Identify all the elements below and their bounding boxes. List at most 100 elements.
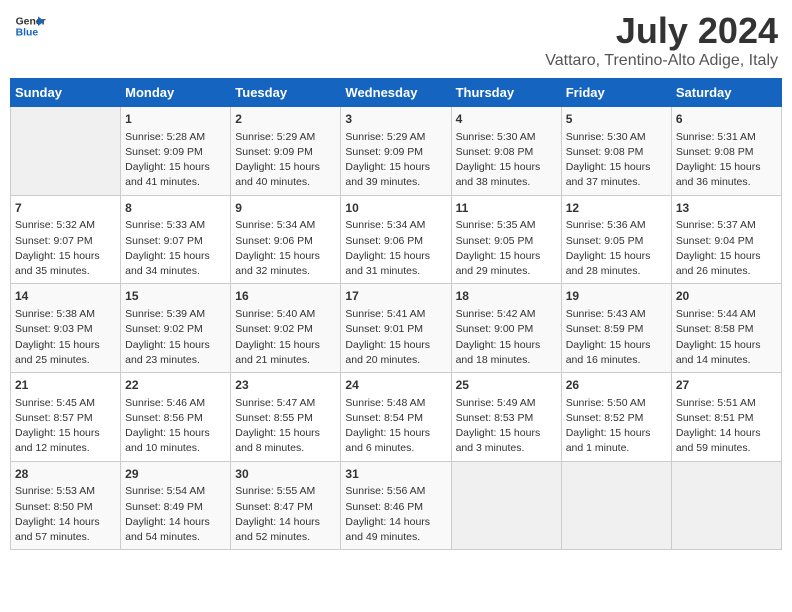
calendar-cell: 10Sunrise: 5:34 AM Sunset: 9:06 PM Dayli… — [341, 195, 451, 284]
logo: General Blue — [14, 10, 46, 42]
logo-icon: General Blue — [14, 10, 46, 42]
day-info: Sunrise: 5:30 AM Sunset: 9:08 PM Dayligh… — [456, 130, 557, 191]
subtitle: Vattaro, Trentino-Alto Adige, Italy — [545, 52, 778, 70]
day-number: 22 — [125, 377, 226, 394]
day-number: 18 — [456, 288, 557, 305]
calendar-cell: 15 Sunrise: 5:39 AM Sunset: 9:02 PM Dayli… — [121, 284, 231, 373]
calendar-cell: 19 Sunrise: 5:43 AM Sunset: 8:59 PM Dayli… — [561, 284, 671, 373]
day-number: 9 — [235, 200, 336, 217]
day-number: 10 — [345, 200, 446, 217]
calendar-cell: 2 Sunrise: 5:29 AM Sunset: 9:09 PM Daylig… — [231, 107, 341, 196]
calendar-cell: 31Sunrise: 5:56 AM Sunset: 8:46 PM Dayli… — [341, 461, 451, 550]
day-number: 2 — [235, 111, 336, 128]
day-number: 30 — [235, 466, 336, 483]
calendar-cell — [561, 461, 671, 550]
day-number: 3 — [345, 111, 446, 128]
main-title: July 2024 — [545, 10, 778, 52]
day-number: 14 — [15, 288, 116, 305]
day-number: 24 — [345, 377, 446, 394]
day-number: 19 — [566, 288, 667, 305]
calendar-cell — [451, 461, 561, 550]
calendar-cell: 11Sunrise: 5:35 AM Sunset: 9:05 PM Dayli… — [451, 195, 561, 284]
calendar-cell: 21Sunrise: 5:45 AM Sunset: 8:57 PM Dayli… — [11, 373, 121, 462]
calendar-cell: 7Sunrise: 5:32 AM Sunset: 9:07 PM Daylig… — [11, 195, 121, 284]
column-header-wednesday: Wednesday — [341, 79, 451, 107]
day-info: Sunrise: 5:29 AM Sunset: 9:09 PM Dayligh… — [235, 130, 336, 191]
day-info: Sunrise: 5:34 AM Sunset: 9:06 PM Dayligh… — [235, 218, 336, 279]
day-info: Sunrise: 5:47 AM Sunset: 8:55 PM Dayligh… — [235, 396, 336, 457]
column-header-saturday: Saturday — [671, 79, 781, 107]
day-number: 11 — [456, 200, 557, 217]
calendar-cell: 4 Sunrise: 5:30 AM Sunset: 9:08 PM Daylig… — [451, 107, 561, 196]
calendar-cell: 23 Sunrise: 5:47 AM Sunset: 8:55 PM Dayli… — [231, 373, 341, 462]
calendar-week-row: 1Sunrise: 5:28 AM Sunset: 9:09 PM Daylig… — [11, 107, 782, 196]
page-header: General Blue July 2024 Vattaro, Trentino… — [10, 10, 782, 70]
day-info: Sunrise: 5:41 AM Sunset: 9:01 PM Dayligh… — [345, 307, 446, 368]
day-info: Sunrise: 5:28 AM Sunset: 9:09 PM Dayligh… — [125, 130, 226, 191]
day-number: 20 — [676, 288, 777, 305]
calendar-week-row: 28Sunrise: 5:53 AM Sunset: 8:50 PM Dayli… — [11, 461, 782, 550]
day-number: 29 — [125, 466, 226, 483]
day-number: 16 — [235, 288, 336, 305]
day-info: Sunrise: 5:31 AM Sunset: 9:08 PM Dayligh… — [676, 130, 777, 191]
calendar-cell: 22 Sunrise: 5:46 AM Sunset: 8:56 PM Dayli… — [121, 373, 231, 462]
calendar-cell: 27Sunrise: 5:51 AM Sunset: 8:51 PM Dayli… — [671, 373, 781, 462]
calendar-cell: 8Sunrise: 5:33 AM Sunset: 9:07 PM Daylig… — [121, 195, 231, 284]
day-info: Sunrise: 5:48 AM Sunset: 8:54 PM Dayligh… — [345, 396, 446, 457]
day-number: 17 — [345, 288, 446, 305]
day-number: 7 — [15, 200, 116, 217]
calendar-cell: 24 Sunrise: 5:48 AM Sunset: 8:54 PM Dayli… — [341, 373, 451, 462]
day-number: 15 — [125, 288, 226, 305]
day-info: Sunrise: 5:49 AM Sunset: 8:53 PM Dayligh… — [456, 396, 557, 457]
day-info: Sunrise: 5:33 AM Sunset: 9:07 PM Dayligh… — [125, 218, 226, 279]
day-number: 13 — [676, 200, 777, 217]
day-info: Sunrise: 5:42 AM Sunset: 9:00 PM Dayligh… — [456, 307, 557, 368]
calendar-header-row: SundayMondayTuesdayWednesdayThursdayFrid… — [11, 79, 782, 107]
calendar-cell: 28Sunrise: 5:53 AM Sunset: 8:50 PM Dayli… — [11, 461, 121, 550]
calendar-table: SundayMondayTuesdayWednesdayThursdayFrid… — [10, 78, 782, 550]
day-number: 26 — [566, 377, 667, 394]
column-header-tuesday: Tuesday — [231, 79, 341, 107]
day-number: 31 — [345, 466, 446, 483]
calendar-cell: 20 Sunrise: 5:44 AM Sunset: 8:58 PM Dayli… — [671, 284, 781, 373]
calendar-cell — [671, 461, 781, 550]
calendar-cell: 30Sunrise: 5:55 AM Sunset: 8:47 PM Dayli… — [231, 461, 341, 550]
day-info: Sunrise: 5:37 AM Sunset: 9:04 PM Dayligh… — [676, 218, 777, 279]
day-info: Sunrise: 5:55 AM Sunset: 8:47 PM Dayligh… — [235, 484, 336, 545]
day-info: Sunrise: 5:54 AM Sunset: 8:49 PM Dayligh… — [125, 484, 226, 545]
day-info: Sunrise: 5:50 AM Sunset: 8:52 PM Dayligh… — [566, 396, 667, 457]
day-info: Sunrise: 5:43 AM Sunset: 8:59 PM Dayligh… — [566, 307, 667, 368]
calendar-cell: 26 Sunrise: 5:50 AM Sunset: 8:52 PM Dayli… — [561, 373, 671, 462]
calendar-week-row: 14 Sunrise: 5:38 AM Sunset: 9:03 PM Dayli… — [11, 284, 782, 373]
day-info: Sunrise: 5:53 AM Sunset: 8:50 PM Dayligh… — [15, 484, 116, 545]
day-number: 6 — [676, 111, 777, 128]
calendar-cell: 25Sunrise: 5:49 AM Sunset: 8:53 PM Dayli… — [451, 373, 561, 462]
calendar-cell: 29Sunrise: 5:54 AM Sunset: 8:49 PM Dayli… — [121, 461, 231, 550]
svg-text:Blue: Blue — [16, 28, 39, 39]
day-info: Sunrise: 5:30 AM Sunset: 9:08 PM Dayligh… — [566, 130, 667, 191]
day-number: 21 — [15, 377, 116, 394]
calendar-cell: 12Sunrise: 5:36 AM Sunset: 9:05 PM Dayli… — [561, 195, 671, 284]
day-info: Sunrise: 5:44 AM Sunset: 8:58 PM Dayligh… — [676, 307, 777, 368]
day-info: Sunrise: 5:34 AM Sunset: 9:06 PM Dayligh… — [345, 218, 446, 279]
calendar-cell: 17 Sunrise: 5:41 AM Sunset: 9:01 PM Dayli… — [341, 284, 451, 373]
day-number: 28 — [15, 466, 116, 483]
calendar-cell: 3 Sunrise: 5:29 AM Sunset: 9:09 PM Daylig… — [341, 107, 451, 196]
day-info: Sunrise: 5:32 AM Sunset: 9:07 PM Dayligh… — [15, 218, 116, 279]
calendar-cell: 6 Sunrise: 5:31 AM Sunset: 9:08 PM Daylig… — [671, 107, 781, 196]
day-info: Sunrise: 5:46 AM Sunset: 8:56 PM Dayligh… — [125, 396, 226, 457]
column-header-sunday: Sunday — [11, 79, 121, 107]
calendar-week-row: 7Sunrise: 5:32 AM Sunset: 9:07 PM Daylig… — [11, 195, 782, 284]
day-number: 23 — [235, 377, 336, 394]
calendar-week-row: 21Sunrise: 5:45 AM Sunset: 8:57 PM Dayli… — [11, 373, 782, 462]
day-number: 12 — [566, 200, 667, 217]
calendar-cell — [11, 107, 121, 196]
day-info: Sunrise: 5:29 AM Sunset: 9:09 PM Dayligh… — [345, 130, 446, 191]
calendar-cell: 5Sunrise: 5:30 AM Sunset: 9:08 PM Daylig… — [561, 107, 671, 196]
calendar-cell: 18 Sunrise: 5:42 AM Sunset: 9:00 PM Dayli… — [451, 284, 561, 373]
day-number: 4 — [456, 111, 557, 128]
day-info: Sunrise: 5:39 AM Sunset: 9:02 PM Dayligh… — [125, 307, 226, 368]
calendar-cell: 14 Sunrise: 5:38 AM Sunset: 9:03 PM Dayli… — [11, 284, 121, 373]
column-header-thursday: Thursday — [451, 79, 561, 107]
day-info: Sunrise: 5:38 AM Sunset: 9:03 PM Dayligh… — [15, 307, 116, 368]
